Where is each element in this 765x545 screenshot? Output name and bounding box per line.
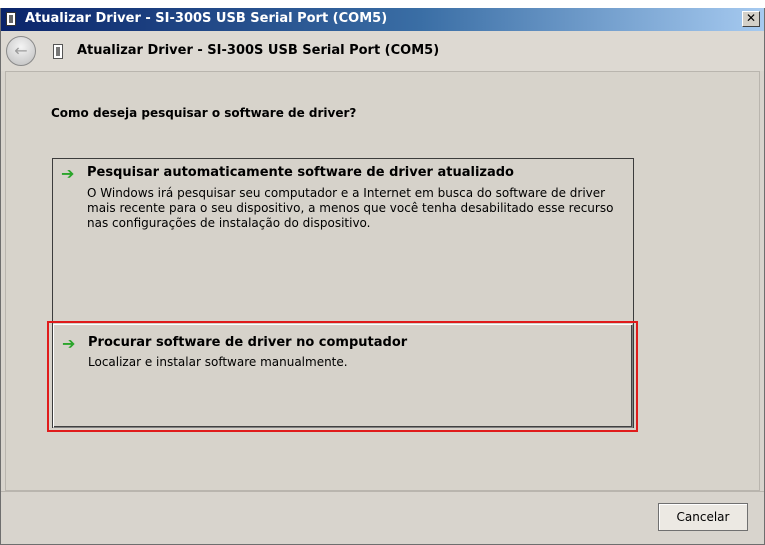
option-description: O Windows irá pesquisar seu computador e… [87,186,614,230]
page-question: Como deseja pesquisar o software de driv… [51,106,357,120]
navigation-bar: ← Atualizar Driver - SI-300S USB Serial … [1,31,764,71]
back-arrow-icon[interactable]: ← [6,36,36,66]
cancel-button[interactable]: Cancelar [658,503,748,531]
red-highlight-box [47,321,638,432]
footer-divider [1,491,764,492]
window-title: Atualizar Driver - SI-300S USB Serial Po… [25,11,388,26]
option-search-automatically[interactable]: ➔ Pesquisar automaticamente software de … [53,159,633,322]
title-bar[interactable]: Atualizar Driver - SI-300S USB Serial Po… [1,8,764,31]
device-icon [53,44,63,59]
device-icon [6,12,16,26]
wizard-content: Como deseja pesquisar o software de driv… [5,71,760,491]
wizard-title: Atualizar Driver - SI-300S USB Serial Po… [77,43,440,58]
close-button[interactable]: ✕ [742,11,760,27]
option-title: Pesquisar automaticamente software de dr… [87,165,514,180]
update-driver-window: Atualizar Driver - SI-300S USB Serial Po… [0,8,765,545]
green-arrow-icon: ➔ [61,164,75,183]
